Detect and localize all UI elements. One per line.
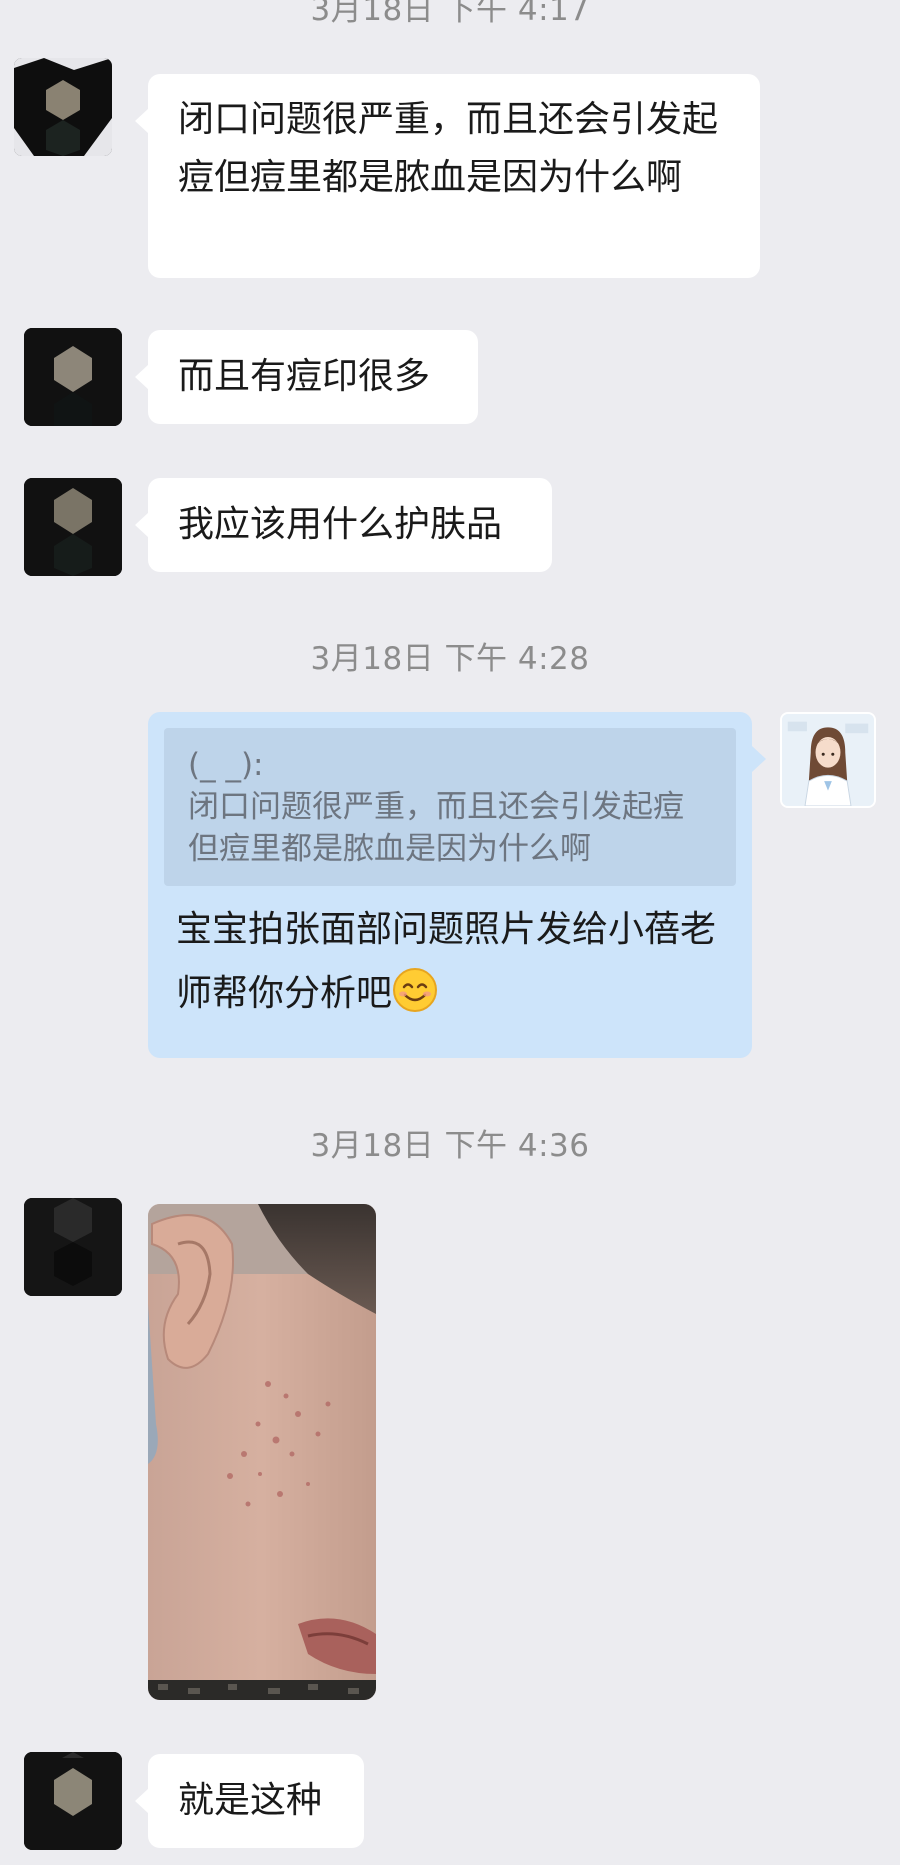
message-text: 而且有痘印很多 — [178, 356, 431, 397]
contact-avatar[interactable] — [24, 1198, 122, 1296]
pixelated-avatar-icon — [24, 478, 122, 576]
pixelated-avatar-icon — [24, 328, 122, 426]
message-text: 闭口问题很严重，而且还会引发起痘但痘里都是脓血是因为什么啊 — [178, 99, 719, 198]
contact-avatar[interactable] — [24, 328, 122, 426]
message-text: 宝宝拍张面部问题照片发给小蓓老师帮你分析吧 — [176, 909, 717, 1014]
message-bubble-incoming[interactable]: 我应该用什么护肤品 — [135, 478, 552, 572]
quoted-message[interactable]: (_ _): 闭口问题很严重，而且还会引发起痘但痘里都是脓血是因为什么啊 — [164, 728, 736, 886]
anime-doctor-avatar-icon — [782, 714, 874, 806]
smiling-face-emoji-icon — [393, 968, 438, 1012]
own-avatar[interactable] — [780, 712, 876, 808]
face-acne-photo[interactable] — [148, 1204, 376, 1700]
quote-text: 闭口问题很严重，而且还会引发起痘但痘里都是脓血是因为什么啊 — [188, 789, 684, 867]
contact-avatar[interactable] — [14, 58, 112, 156]
contact-avatar[interactable] — [24, 1752, 122, 1850]
timestamp: 3月18日 下午 4:28 — [310, 641, 590, 677]
pixelated-avatar-icon — [24, 1752, 122, 1850]
contact-avatar[interactable] — [24, 478, 122, 576]
message-bubble-incoming[interactable]: 就是这种 — [135, 1754, 364, 1848]
message-text: 就是这种 — [178, 1780, 323, 1821]
message-bubble-incoming[interactable]: 闭口问题很严重，而且还会引发起痘但痘里都是脓血是因为什么啊 — [135, 74, 760, 278]
message-bubble-incoming[interactable]: 而且有痘印很多 — [135, 330, 478, 424]
pixelated-avatar-icon — [14, 58, 112, 156]
timestamp: 3月18日 下午 4:17 — [310, 0, 590, 28]
pixelated-avatar-icon — [24, 1198, 122, 1296]
quote-author: (_ _): — [188, 747, 264, 783]
message-bubble-outgoing[interactable]: (_ _): 闭口问题很严重，而且还会引发起痘但痘里都是脓血是因为什么啊 宝宝拍… — [148, 712, 766, 1058]
timestamp: 3月18日 下午 4:36 — [310, 1128, 590, 1164]
message-text: 我应该用什么护肤品 — [178, 504, 503, 545]
